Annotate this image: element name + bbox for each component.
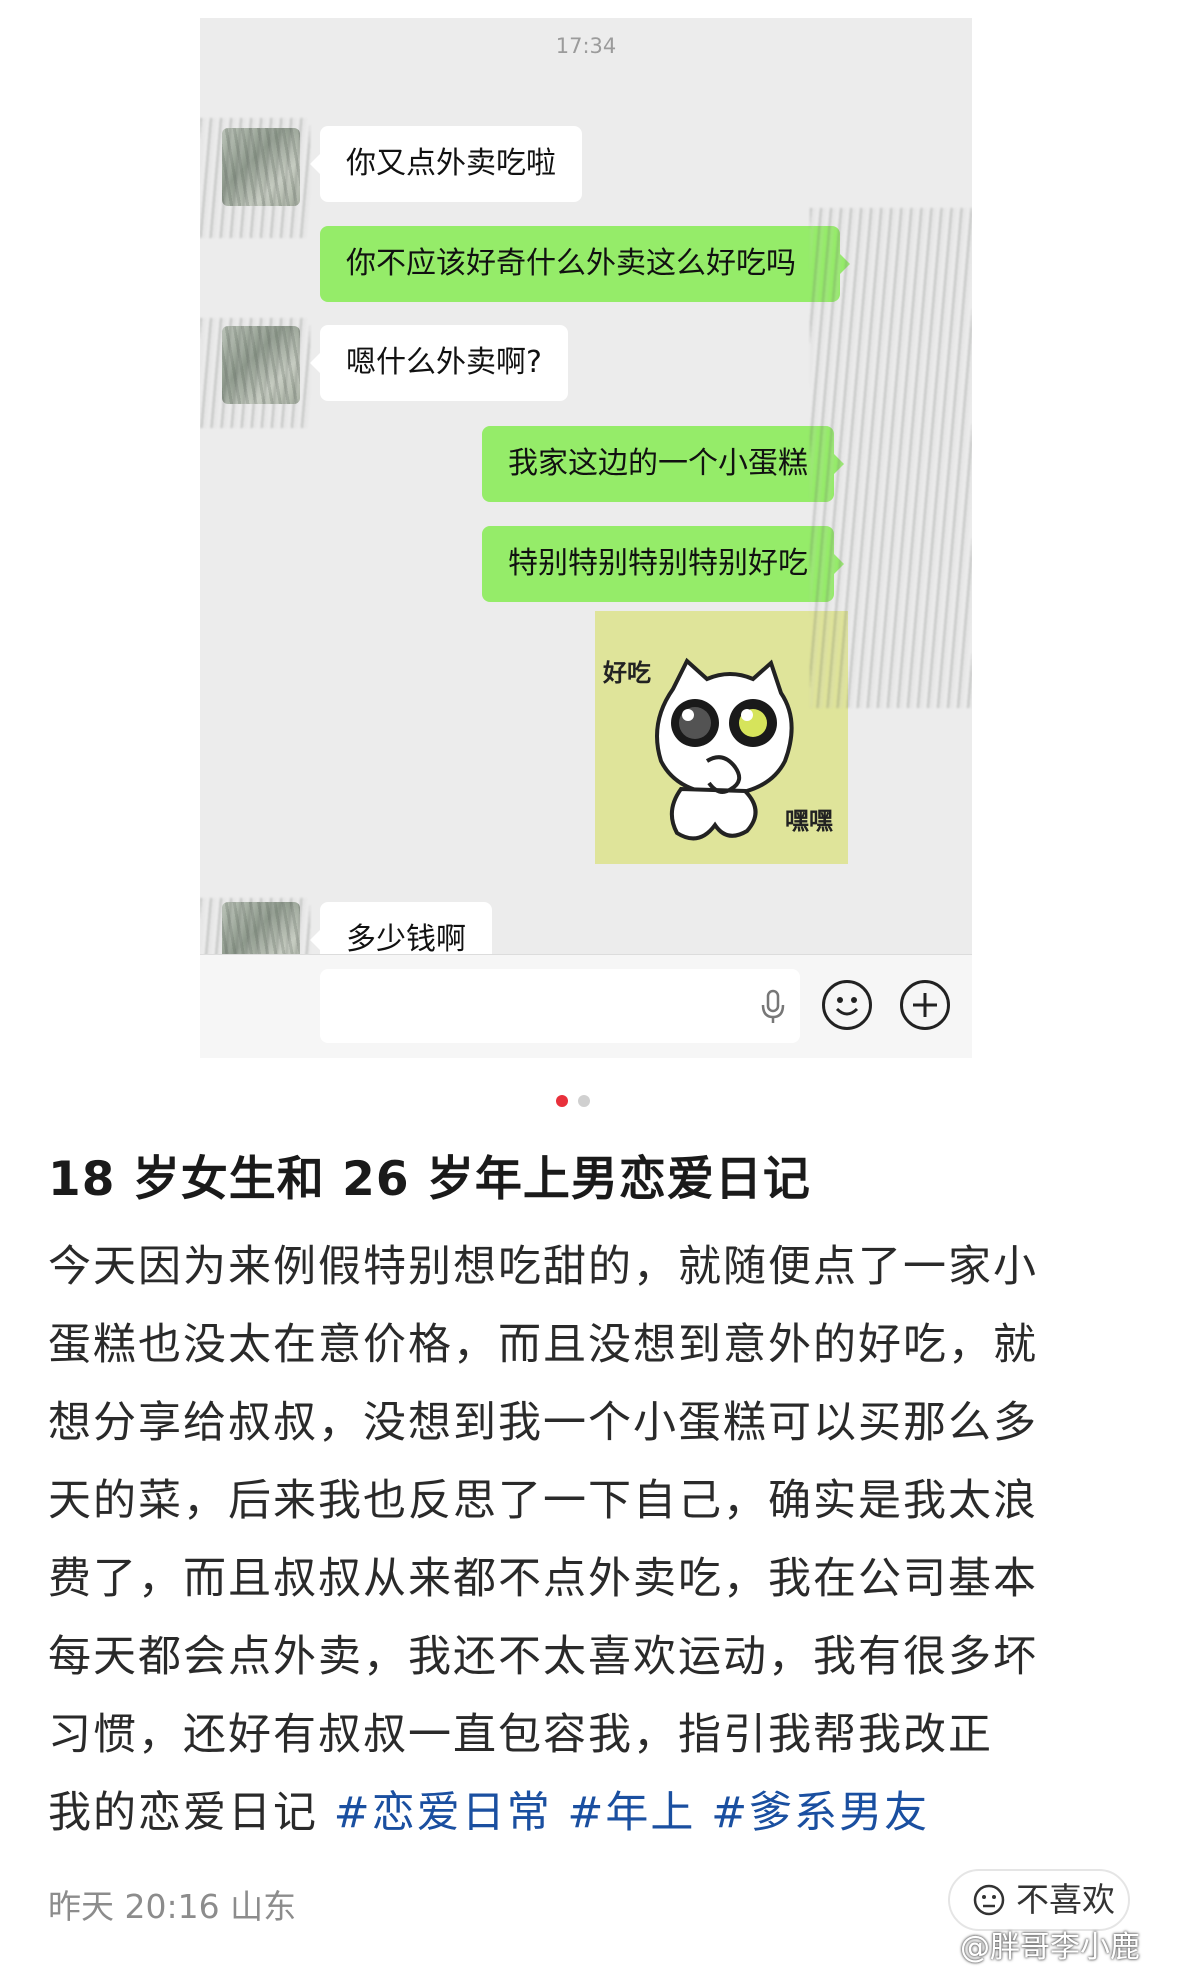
post-line: 费了，而且叔叔从来都不点外卖吃，我在公司基本 [48, 1554, 1038, 1604]
message-bubble-incoming: 你又点外卖吃啦 [310, 126, 582, 202]
post-line: 想分享给叔叔，没想到我一个小蛋糕可以买那么多 [48, 1398, 1038, 1448]
post-line-last: 我的恋爱日记 #恋爱日常 #年上 #爹系男友 [48, 1774, 1118, 1852]
carousel-dot-active[interactable] [556, 1095, 568, 1107]
plus-icon [913, 993, 937, 1017]
microphone-icon[interactable] [760, 989, 786, 1025]
sticker-image: 好吃 嘿嘿 [595, 611, 848, 864]
message-bubble-outgoing: 你不应该好奇什么外卖这么好吃吗 [320, 226, 850, 302]
message-bubble-outgoing: 我家这边的一个小蛋糕 [482, 426, 844, 502]
message-input[interactable] [320, 969, 800, 1043]
unhappy-face-icon [973, 1884, 1005, 1916]
contact-avatar [222, 128, 300, 206]
post-line: 今天因为来例假特别想吃甜的，就随便点了一家小 [48, 1242, 1038, 1292]
emoji-button[interactable] [822, 980, 872, 1030]
post-line: 习惯，还好有叔叔一直包容我，指引我帮我改正 [48, 1710, 993, 1760]
post-line: 天的菜，后来我也反思了一下自己，确实是我太浪 [48, 1476, 1038, 1526]
chat-timestamp: 17:34 [555, 34, 617, 58]
cat-face-icon [655, 657, 794, 841]
post-title: 18 岁女生和 26 岁年上男恋爱日记 [48, 1152, 811, 1207]
plus-button[interactable] [900, 980, 950, 1030]
emoji-icon [835, 997, 859, 1016]
post-meta: 昨天 20:16 山东 [48, 1887, 297, 1926]
carousel-dot[interactable] [578, 1095, 590, 1107]
hashtag-link[interactable]: #年上 [567, 1788, 695, 1838]
post-line: 每天都会点外卖，我还不太喜欢运动，我有很多坏 [48, 1632, 1038, 1682]
message-bubble-incoming: 嗯什么外卖啊? [310, 325, 568, 401]
post-body: 今天因为来例假特别想吃甜的，就随便点了一家小 蛋糕也没太在意价格，而且没想到意外… [48, 1228, 1118, 1852]
message-bubble-outgoing: 特别特别特别特别好吃 [482, 526, 844, 602]
watermark: @胖哥李小鹿 [960, 1930, 1140, 1965]
chat-input-bar [200, 954, 972, 1058]
post-line: 蛋糕也没太在意价格，而且没想到意外的好吃，就 [48, 1320, 1038, 1370]
hashtag-link[interactable]: #恋爱日常 [334, 1788, 552, 1838]
contact-avatar [222, 326, 300, 404]
post-line-text: 我的恋爱日记 [48, 1788, 318, 1838]
hashtag-link[interactable]: #爹系男友 [711, 1788, 929, 1838]
carousel-indicator[interactable] [556, 1092, 600, 1111]
chat-screenshot[interactable]: 17:34 你又点外卖吃啦 你不应该好奇什么外卖这么好吃吗 嗯什么外卖啊? 我家… [200, 18, 972, 1058]
dislike-label: 不喜欢 [1016, 1880, 1115, 1919]
